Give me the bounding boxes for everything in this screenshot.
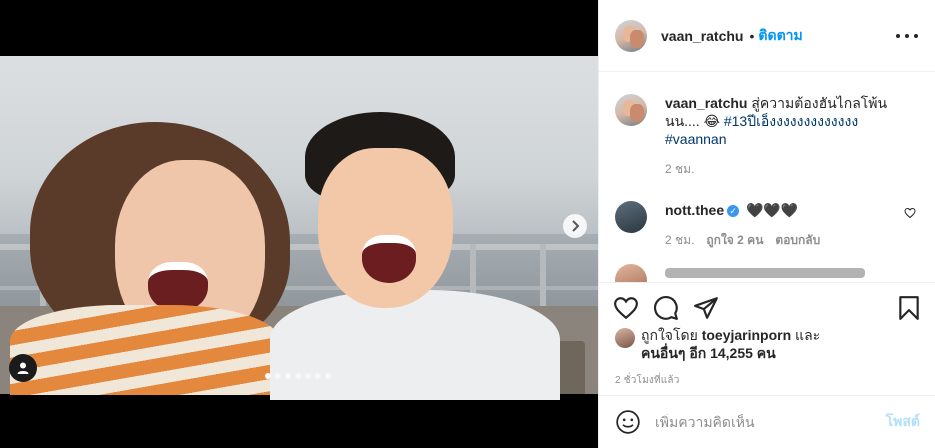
follow-button[interactable]: ติดตาม xyxy=(758,25,802,47)
post-caption: vaan_ratchu สู่ความต้องฮันไกลโพ้น นน....… xyxy=(615,72,920,179)
caption-time: 2 ชม. xyxy=(665,162,695,176)
comment-body: 🖤🖤🖤 xyxy=(746,202,799,218)
liker-username[interactable]: toeyjarinporn xyxy=(702,327,791,343)
comment-reply-button[interactable]: ตอบกลับ xyxy=(775,231,820,250)
avatar-figure xyxy=(630,29,644,48)
author-username[interactable]: vaan_ratchu xyxy=(661,28,743,44)
caption-username[interactable]: vaan_ratchu xyxy=(665,95,747,111)
header-separator: • xyxy=(749,27,755,44)
post-header: vaan_ratchu • ติดตาม xyxy=(599,0,935,72)
commenter-avatar[interactable] xyxy=(615,201,647,233)
tagged-users-button[interactable] xyxy=(9,354,37,382)
save-bookmark-icon[interactable] xyxy=(896,295,922,321)
hashtag-link[interactable]: #13ปีเอ็งงงงงงงงงงงงง xyxy=(724,113,858,129)
carousel-dot xyxy=(265,373,271,379)
more-dot xyxy=(896,34,900,38)
share-paper-plane-icon[interactable] xyxy=(693,295,719,321)
likes-others-link[interactable]: คนอื่นๆ อีก 14,255 คน xyxy=(641,345,776,361)
add-comment-bar: โพสต์ xyxy=(599,395,935,448)
hashtag-link[interactable]: #vaannan xyxy=(665,131,727,147)
post-comment-button[interactable]: โพสต์ xyxy=(886,411,920,433)
person-right-mouth xyxy=(362,235,416,283)
more-options-icon[interactable] xyxy=(896,26,918,46)
comment-item-partial xyxy=(615,264,920,282)
photo-rail-post xyxy=(540,244,546,314)
comment-time: 2 ชม. xyxy=(665,233,695,247)
more-dot xyxy=(905,34,909,38)
chevron-right-icon xyxy=(572,220,580,232)
commenter-username[interactable]: nott.thee xyxy=(665,202,724,218)
carousel-dot xyxy=(295,373,301,379)
comment-text-partial xyxy=(665,268,865,278)
likes-prefix: ถูกใจโดย xyxy=(641,327,702,343)
caption-text: vaan_ratchu สู่ความต้องฮันไกลโพ้น นน....… xyxy=(665,94,895,148)
carousel-next-button[interactable] xyxy=(563,214,587,238)
carousel-dot xyxy=(325,373,331,379)
more-dot xyxy=(914,34,918,38)
person-right-face xyxy=(318,148,453,308)
post-timestamp[interactable]: 2 ชั่วโมงที่แล้ว xyxy=(615,373,680,388)
carousel-dot xyxy=(285,373,291,379)
comment-text: nott.thee ✓ 🖤🖤🖤 xyxy=(665,201,820,219)
caption-avatar[interactable] xyxy=(615,94,647,126)
carousel-dot xyxy=(305,373,311,379)
carousel-dot xyxy=(315,373,321,379)
liker-avatar[interactable] xyxy=(615,328,635,348)
post-actions xyxy=(599,282,935,330)
comment-like-heart-icon[interactable] xyxy=(904,207,916,219)
commenter-avatar[interactable] xyxy=(615,264,647,282)
comment-item: nott.thee ✓ 🖤🖤🖤 2 ชม. ถูกใจ 2 คน ตอบกลับ xyxy=(615,201,920,250)
comments-section[interactable]: vaan_ratchu สู่ความต้องฮันไกลโพ้น นน....… xyxy=(599,72,935,282)
likes-and: และ xyxy=(791,327,821,343)
user-icon xyxy=(17,362,29,374)
person-left-shirt xyxy=(10,305,280,395)
author-avatar[interactable] xyxy=(615,19,647,52)
person-right-shirt xyxy=(270,290,560,400)
verified-badge-icon: ✓ xyxy=(727,205,740,218)
carousel-indicator xyxy=(265,373,331,379)
emoji-icon[interactable] xyxy=(615,409,641,435)
avatar-figure xyxy=(630,104,644,122)
post-media xyxy=(0,0,598,448)
comment-likes-link[interactable]: ถูกใจ 2 คน xyxy=(706,231,763,250)
post-side-panel: vaan_ratchu • ติดตาม vaan_ratchu สู่ความ… xyxy=(598,0,935,448)
likes-summary: ถูกใจโดย toeyjarinporn และ คนอื่นๆ อีก 1… xyxy=(615,326,915,362)
comment-input[interactable] xyxy=(655,414,886,430)
like-heart-icon[interactable] xyxy=(613,295,639,321)
comment-bubble-icon[interactable] xyxy=(653,295,679,321)
comment-meta: 2 ชม. ถูกใจ 2 คน ตอบกลับ xyxy=(665,231,820,250)
likes-text: ถูกใจโดย toeyjarinporn และ คนอื่นๆ อีก 1… xyxy=(641,326,820,362)
carousel-dot xyxy=(275,373,281,379)
